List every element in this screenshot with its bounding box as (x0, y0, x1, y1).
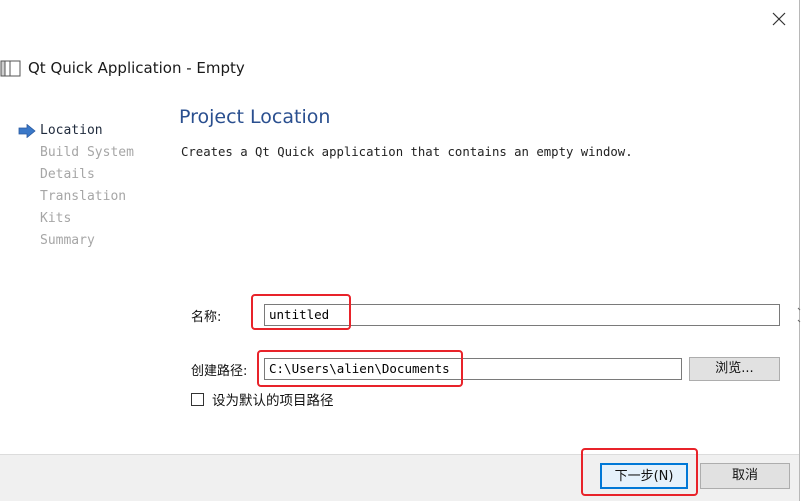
wizard-dialog: Qt Quick Application - Empty Location Bu… (0, 0, 801, 501)
step-label: Summary (40, 233, 95, 248)
step-label: Location (40, 123, 103, 138)
close-icon[interactable] (766, 6, 792, 32)
step-kits[interactable]: Kits (18, 208, 134, 230)
default-path-checkbox-label: 设为默认的项目路径 (212, 393, 334, 409)
wizard-title-row: Qt Quick Application - Empty (0, 55, 245, 81)
step-label: Translation (40, 189, 127, 204)
step-details[interactable]: Details (18, 164, 134, 186)
project-path-input[interactable]: C:\Users\alien\Documents (264, 358, 682, 380)
resize-edge-icon (797, 307, 801, 323)
page-title: Project Location (179, 106, 331, 128)
step-label: Kits (40, 211, 72, 226)
wizard-document-icon (0, 60, 21, 77)
step-location[interactable]: Location (18, 120, 134, 142)
default-path-checkbox[interactable] (191, 392, 204, 406)
project-name-input[interactable]: untitled (264, 304, 780, 326)
step-label: Details (40, 167, 95, 182)
wizard-title: Qt Quick Application - Empty (28, 59, 245, 77)
cancel-button[interactable]: 取消 (700, 463, 790, 489)
step-label: Build System (40, 145, 134, 160)
page-description: Creates a Qt Quick application that cont… (181, 145, 633, 159)
browse-button[interactable]: 浏览... (689, 357, 780, 381)
default-path-checkbox-row[interactable]: 设为默认的项目路径 (191, 389, 334, 409)
next-button[interactable]: 下一步(N) (600, 463, 688, 489)
step-build-system[interactable]: Build System (18, 142, 134, 164)
path-label: 创建路径: (191, 364, 248, 379)
current-step-arrow-icon (18, 124, 36, 138)
step-translation[interactable]: Translation (18, 186, 134, 208)
wizard-steps-list: Location Build System Details Translatio… (18, 120, 134, 252)
step-summary[interactable]: Summary (18, 230, 134, 252)
name-label: 名称: (191, 310, 222, 325)
